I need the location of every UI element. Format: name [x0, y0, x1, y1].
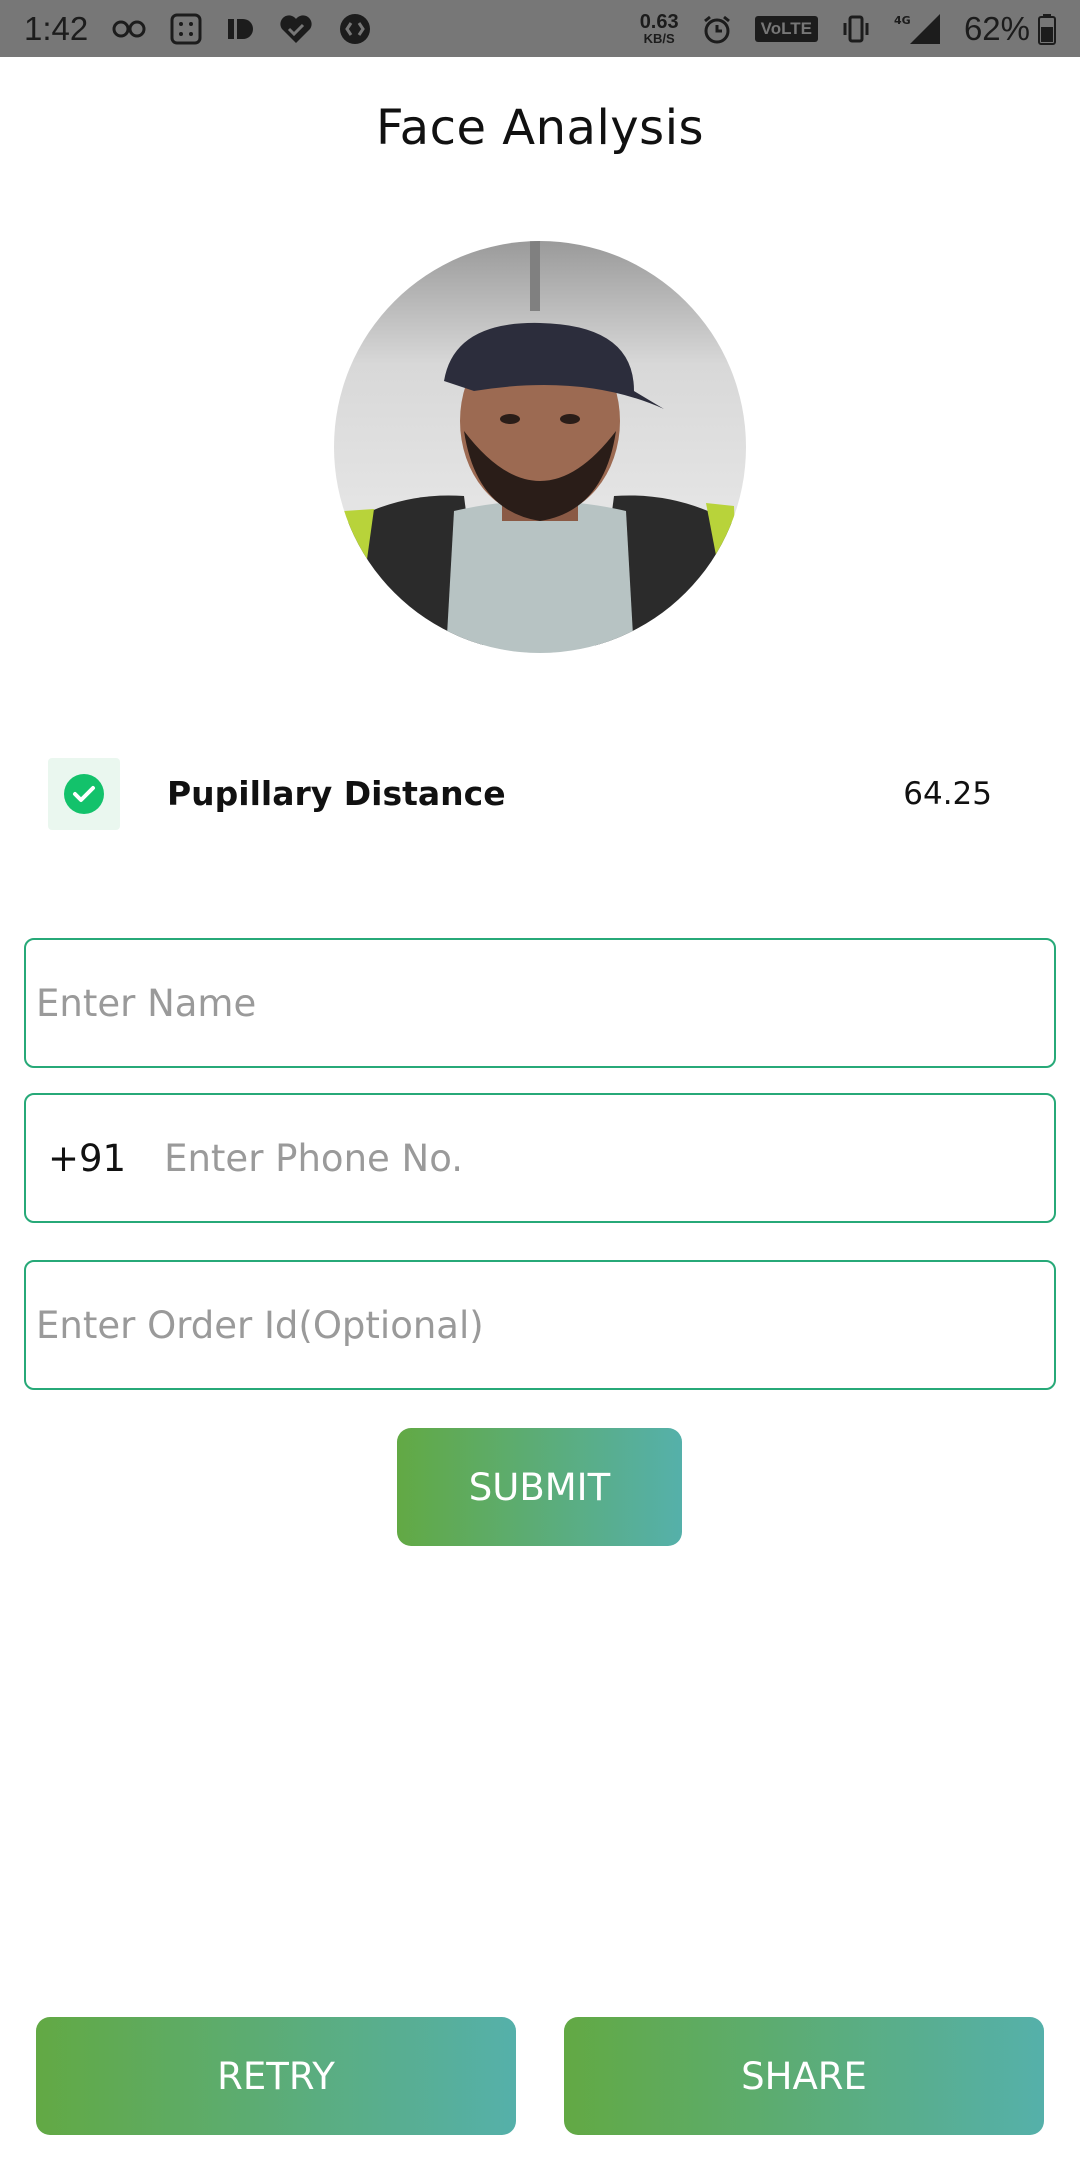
measurement-label: Pupillary Distance: [167, 774, 506, 813]
order-id-input[interactable]: [26, 1303, 1054, 1347]
svg-text:4G: 4G: [894, 14, 911, 27]
country-code: +91: [48, 1136, 127, 1180]
page-title: Face Analysis: [375, 100, 705, 156]
id-app-icon: [226, 16, 254, 42]
vibrate-icon: [840, 13, 872, 45]
retry-button[interactable]: RETRY: [36, 2017, 516, 2135]
battery-icon: [1038, 13, 1056, 45]
shazam-icon: [338, 12, 372, 46]
glasses-icon: [112, 19, 146, 39]
name-input[interactable]: [26, 981, 1054, 1025]
submit-button[interactable]: SUBMIT: [397, 1428, 682, 1546]
phone-field[interactable]: +91: [24, 1093, 1056, 1223]
measurement-value: 64.25: [903, 776, 992, 812]
measurement-row: Pupillary Distance 64.25: [48, 758, 1032, 830]
face-photo: [334, 241, 746, 653]
volte-badge: VoLTE: [754, 15, 818, 42]
battery-status: 62%: [964, 10, 1056, 48]
phone-input[interactable]: [152, 1136, 1054, 1180]
status-time: 1:42: [24, 9, 89, 47]
share-button[interactable]: SHARE: [564, 2017, 1044, 2135]
check-badge: [48, 758, 120, 830]
signal-icon: 4G: [894, 12, 942, 46]
order-id-field[interactable]: [24, 1260, 1056, 1390]
alarm-icon: [701, 13, 733, 45]
calculator-app-icon: [170, 13, 202, 45]
checkmark-icon: [64, 774, 104, 814]
name-field[interactable]: [24, 938, 1056, 1068]
status-bar: 1:42 0.63 KB/S VoLTE 4G 62%: [0, 0, 1080, 57]
heart-check-icon: [278, 13, 314, 45]
network-speed: 0.63 KB/S: [639, 11, 679, 46]
